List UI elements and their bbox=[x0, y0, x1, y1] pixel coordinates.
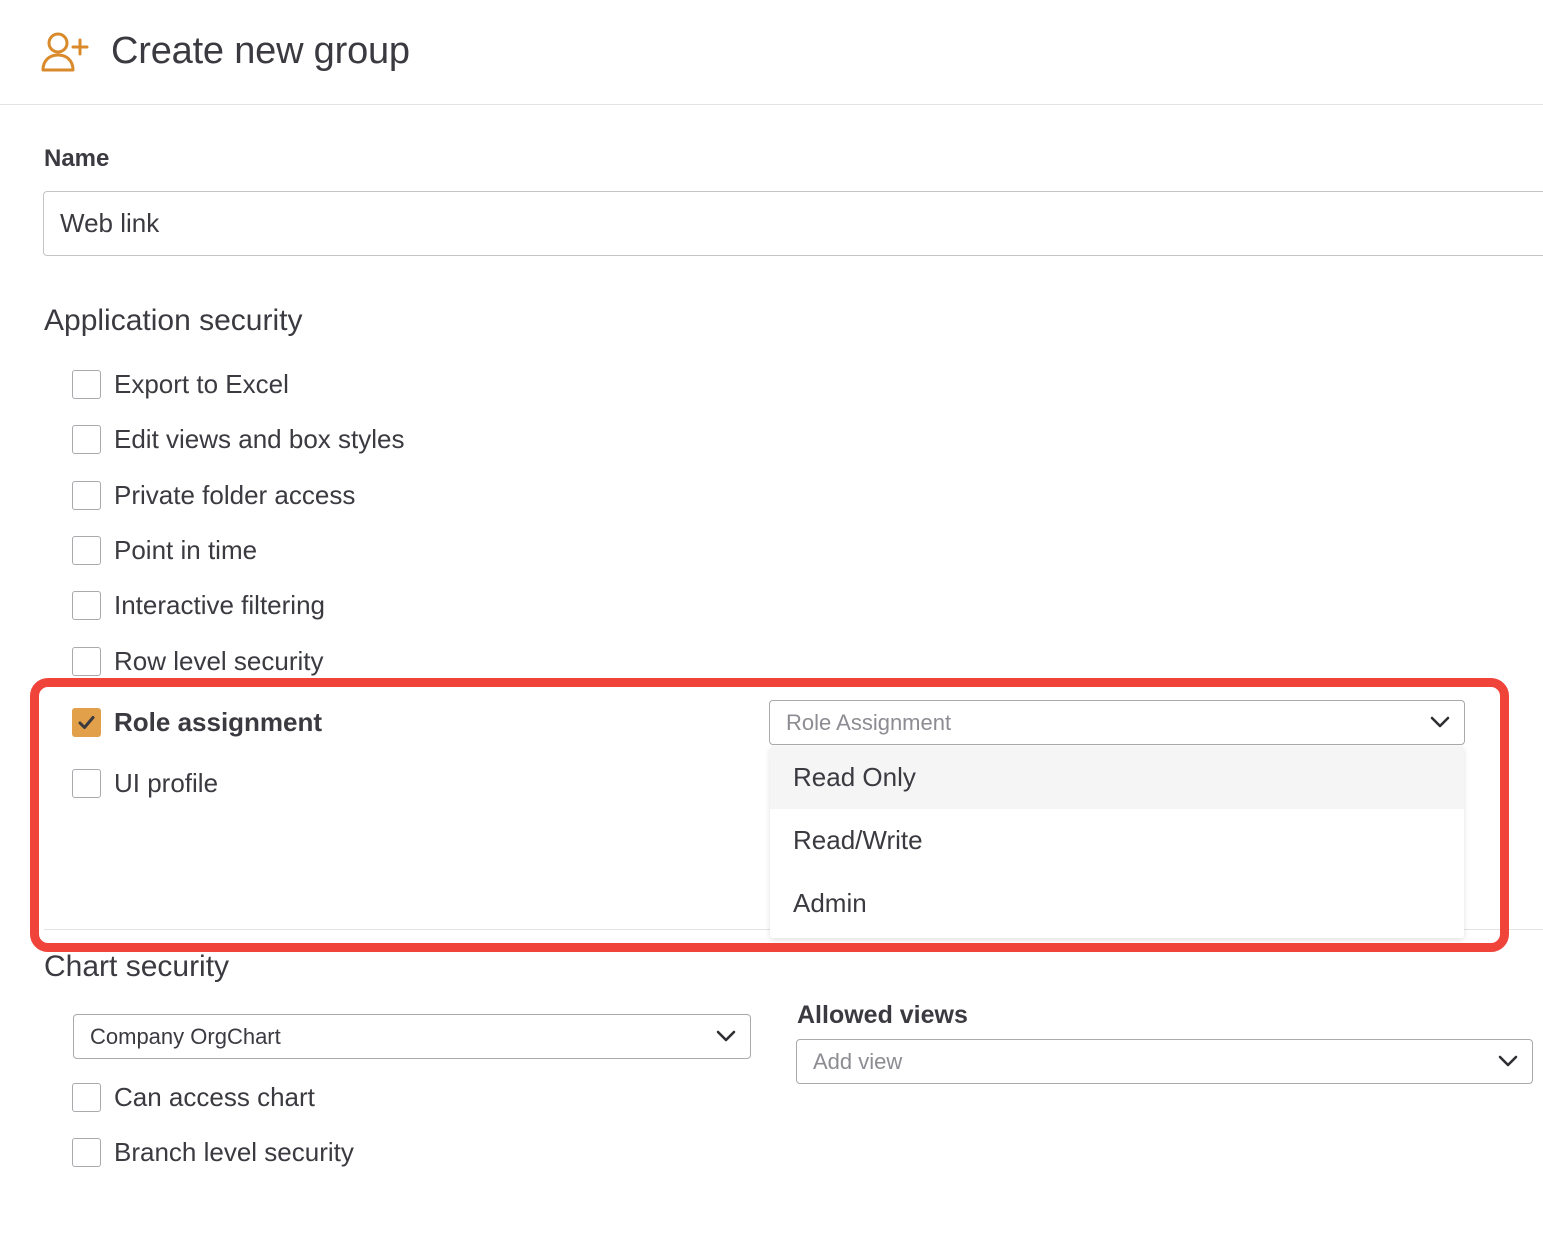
chart-select-value: Company OrgChart bbox=[90, 1023, 281, 1049]
interactive-filtering-checkbox[interactable] bbox=[72, 590, 101, 620]
option-interactive-filtering[interactable]: Interactive filtering bbox=[72, 588, 325, 622]
private-folder-access-checkbox[interactable] bbox=[72, 480, 101, 510]
option-edit-views[interactable]: Edit views and box styles bbox=[72, 422, 404, 456]
can-access-chart-checkbox[interactable] bbox=[72, 1082, 101, 1112]
option-row-level-security[interactable]: Row level security bbox=[72, 644, 324, 678]
check-icon bbox=[78, 715, 95, 729]
allowed-views-placeholder: Add view bbox=[813, 1048, 903, 1074]
row-level-security-label: Row level security bbox=[114, 645, 324, 676]
option-point-in-time[interactable]: Point in time bbox=[72, 533, 257, 567]
point-in-time-checkbox[interactable] bbox=[72, 535, 101, 565]
ui-profile-label: UI profile bbox=[114, 767, 219, 798]
chevron-down-icon bbox=[1498, 1055, 1518, 1066]
chart-select[interactable]: Company OrgChart bbox=[73, 1014, 751, 1059]
option-private-folder-access[interactable]: Private folder access bbox=[72, 478, 355, 512]
option-ui-profile[interactable]: UI profile bbox=[72, 766, 218, 800]
role-assignment-select[interactable]: Role Assignment bbox=[769, 700, 1465, 745]
dropdown-option-read-write[interactable]: Read/Write bbox=[770, 809, 1464, 872]
option-can-access-chart[interactable]: Can access chart bbox=[72, 1080, 315, 1114]
edit-views-label: Edit views and box styles bbox=[114, 423, 405, 454]
edit-views-checkbox[interactable] bbox=[72, 424, 101, 454]
export-to-excel-label: Export to Excel bbox=[114, 368, 289, 399]
option-branch-level-security[interactable]: Branch level security bbox=[72, 1135, 354, 1169]
chevron-down-icon bbox=[1430, 716, 1450, 727]
role-assignment-select-placeholder: Role Assignment bbox=[786, 709, 952, 735]
ui-profile-checkbox[interactable] bbox=[72, 768, 101, 798]
chart-security-heading: Chart security bbox=[44, 950, 230, 983]
private-folder-access-label: Private folder access bbox=[114, 479, 356, 510]
option-role-assignment[interactable]: Role assignment bbox=[72, 705, 322, 739]
role-assignment-checkbox[interactable] bbox=[72, 707, 101, 737]
point-in-time-label: Point in time bbox=[114, 534, 258, 565]
page-header: Create new group bbox=[0, 0, 1543, 105]
row-level-security-checkbox[interactable] bbox=[72, 646, 101, 676]
application-security-heading: Application security bbox=[44, 304, 303, 337]
page-title: Create new group bbox=[111, 30, 410, 72]
dropdown-option-admin[interactable]: Admin bbox=[770, 872, 1464, 935]
allowed-views-label: Allowed views bbox=[797, 1001, 968, 1029]
chevron-down-icon bbox=[716, 1030, 736, 1041]
add-user-icon bbox=[41, 32, 89, 72]
dropdown-option-read-only[interactable]: Read Only bbox=[770, 746, 1464, 809]
branch-level-security-label: Branch level security bbox=[114, 1136, 354, 1167]
can-access-chart-label: Can access chart bbox=[114, 1081, 315, 1112]
name-input[interactable] bbox=[43, 191, 1543, 256]
export-to-excel-checkbox[interactable] bbox=[72, 369, 101, 399]
name-label: Name bbox=[44, 145, 110, 172]
option-export-to-excel[interactable]: Export to Excel bbox=[72, 367, 289, 401]
interactive-filtering-label: Interactive filtering bbox=[114, 589, 325, 620]
allowed-views-select[interactable]: Add view bbox=[796, 1039, 1533, 1084]
role-assignment-dropdown: Read Only Read/Write Admin bbox=[770, 746, 1464, 938]
branch-level-security-checkbox[interactable] bbox=[72, 1137, 101, 1167]
role-assignment-label: Role assignment bbox=[114, 706, 323, 737]
